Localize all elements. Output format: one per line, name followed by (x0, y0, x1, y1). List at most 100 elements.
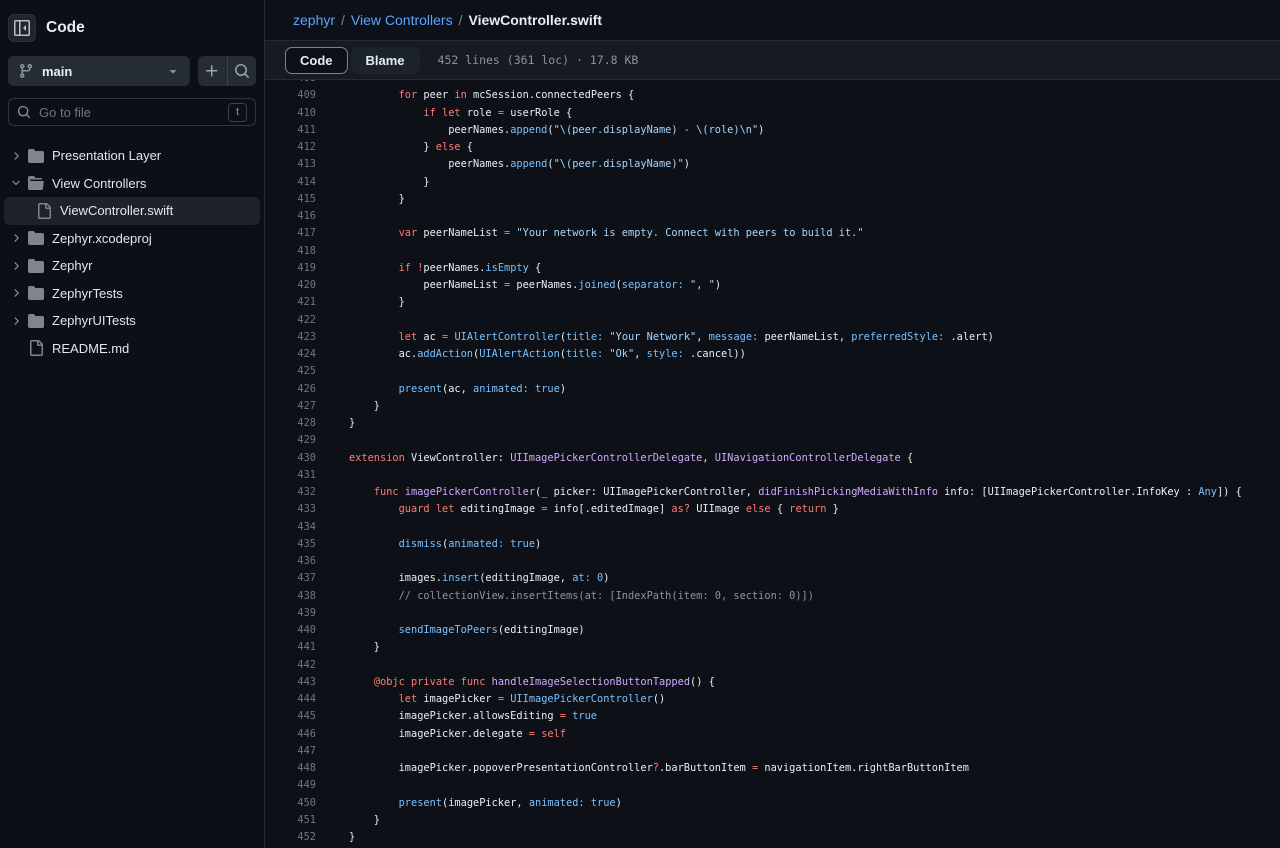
search-tree-button[interactable] (227, 56, 257, 86)
line-number[interactable]: 427 (265, 398, 316, 415)
code-line: 425 (265, 363, 1280, 380)
line-number[interactable]: 437 (265, 570, 316, 587)
tree-item-zephyr-xcodeproj[interactable]: Zephyr.xcodeproj (4, 225, 260, 253)
branch-selector[interactable]: main (8, 56, 190, 86)
line-number[interactable]: 410 (265, 105, 316, 122)
line-number[interactable]: 440 (265, 622, 316, 639)
line-number[interactable]: 420 (265, 277, 316, 294)
line-number[interactable]: 409 (265, 87, 316, 104)
folder-icon (28, 230, 44, 246)
breadcrumb-repo-link[interactable]: zephyr (293, 12, 335, 28)
line-number[interactable]: 416 (265, 208, 316, 225)
code-scroll[interactable]: 408409 for peer in mcSession.connectedPe… (265, 80, 1280, 846)
tree-item-viewcontroller-swift[interactable]: ViewController.swift (4, 197, 260, 225)
tab-blame[interactable]: Blame (351, 47, 420, 74)
branch-name: main (42, 64, 166, 79)
line-number[interactable]: 426 (265, 381, 316, 398)
line-number[interactable]: 422 (265, 312, 316, 329)
line-number[interactable]: 436 (265, 553, 316, 570)
file-tree-sidebar: Code main (0, 0, 265, 848)
line-number[interactable]: 431 (265, 467, 316, 484)
line-number[interactable]: 413 (265, 156, 316, 173)
line-number[interactable]: 438 (265, 588, 316, 605)
line-content (316, 605, 349, 622)
line-number[interactable]: 414 (265, 174, 316, 191)
line-number[interactable]: 447 (265, 743, 316, 760)
line-number[interactable]: 435 (265, 536, 316, 553)
add-file-button[interactable] (198, 56, 227, 86)
line-number[interactable]: 443 (265, 674, 316, 691)
code-line: 435 dismiss(animated: true) (265, 536, 1280, 553)
line-number[interactable]: 415 (265, 191, 316, 208)
code-line: 409 for peer in mcSession.connectedPeers… (265, 87, 1280, 104)
code-line: 422 (265, 312, 1280, 329)
line-number[interactable]: 430 (265, 450, 316, 467)
tab-code[interactable]: Code (285, 47, 348, 74)
code-line: 410 if let role = userRole { (265, 105, 1280, 122)
tree-item-label: View Controllers (52, 176, 146, 191)
line-number[interactable]: 408 (265, 80, 316, 87)
breadcrumb-path-link[interactable]: View Controllers (351, 12, 453, 28)
line-content: let imagePicker = UIImagePickerControlle… (316, 691, 665, 708)
line-content: imagePicker.delegate = self (316, 726, 566, 743)
line-content: } (316, 174, 430, 191)
line-number[interactable]: 442 (265, 657, 316, 674)
line-number[interactable]: 428 (265, 415, 316, 432)
code-line: 443 @objc private func handleImageSelect… (265, 674, 1280, 691)
line-number[interactable]: 412 (265, 139, 316, 156)
line-number[interactable]: 452 (265, 829, 316, 846)
goto-file-box[interactable]: t (8, 98, 256, 126)
collapse-sidebar-button[interactable] (8, 14, 36, 42)
tree-item-readme-md[interactable]: README.md (4, 335, 260, 363)
line-number[interactable]: 445 (265, 708, 316, 725)
code-line: 414 } (265, 174, 1280, 191)
line-content (316, 467, 349, 484)
tree-item-presentation-layer[interactable]: Presentation Layer (4, 142, 260, 170)
file-icon (36, 203, 52, 219)
tree-item-zephyruitests[interactable]: ZephyrUITests (4, 307, 260, 335)
tree-item-zephyrtests[interactable]: ZephyrTests (4, 280, 260, 308)
line-content (316, 657, 349, 674)
code-line: 442 (265, 657, 1280, 674)
line-content: sendImageToPeers(editingImage) (316, 622, 585, 639)
line-content (316, 312, 349, 329)
line-number[interactable]: 425 (265, 363, 316, 380)
line-number[interactable]: 421 (265, 294, 316, 311)
line-number[interactable]: 411 (265, 122, 316, 139)
line-number[interactable]: 429 (265, 432, 316, 449)
search-icon (234, 63, 250, 79)
app-root: Code main (0, 0, 1280, 848)
line-number[interactable]: 439 (265, 605, 316, 622)
line-number[interactable]: 449 (265, 777, 316, 794)
line-number[interactable]: 419 (265, 260, 316, 277)
line-content (316, 208, 349, 225)
goto-file-input[interactable] (39, 105, 228, 120)
line-content: extension ViewController: UIImagePickerC… (316, 450, 913, 467)
line-number[interactable]: 450 (265, 795, 316, 812)
sidebar-controls: main (0, 54, 264, 88)
breadcrumb-separator: / (459, 12, 463, 28)
line-content: } (316, 829, 355, 846)
line-number[interactable]: 444 (265, 691, 316, 708)
folder-open-icon (28, 175, 44, 191)
line-number[interactable]: 433 (265, 501, 316, 518)
code-line: 415 } (265, 191, 1280, 208)
line-number[interactable]: 451 (265, 812, 316, 829)
line-number[interactable]: 441 (265, 639, 316, 656)
line-number[interactable]: 434 (265, 519, 316, 536)
line-content: let ac = UIAlertController(title: "Your … (316, 329, 994, 346)
code-line: 427 } (265, 398, 1280, 415)
line-number[interactable]: 418 (265, 243, 316, 260)
line-number[interactable]: 424 (265, 346, 316, 363)
line-number[interactable]: 448 (265, 760, 316, 777)
tree-item-zephyr[interactable]: Zephyr (4, 252, 260, 280)
line-number[interactable]: 432 (265, 484, 316, 501)
line-number[interactable]: 423 (265, 329, 316, 346)
line-number[interactable]: 417 (265, 225, 316, 242)
tree-item-view-controllers[interactable]: View Controllers (4, 170, 260, 198)
line-content: var peerNameList = "Your network is empt… (316, 225, 864, 242)
code-line: 450 present(imagePicker, animated: true) (265, 795, 1280, 812)
tree-item-label: ZephyrTests (52, 286, 123, 301)
line-number[interactable]: 446 (265, 726, 316, 743)
line-content: // collectionView.insertItems(at: [Index… (316, 588, 814, 605)
